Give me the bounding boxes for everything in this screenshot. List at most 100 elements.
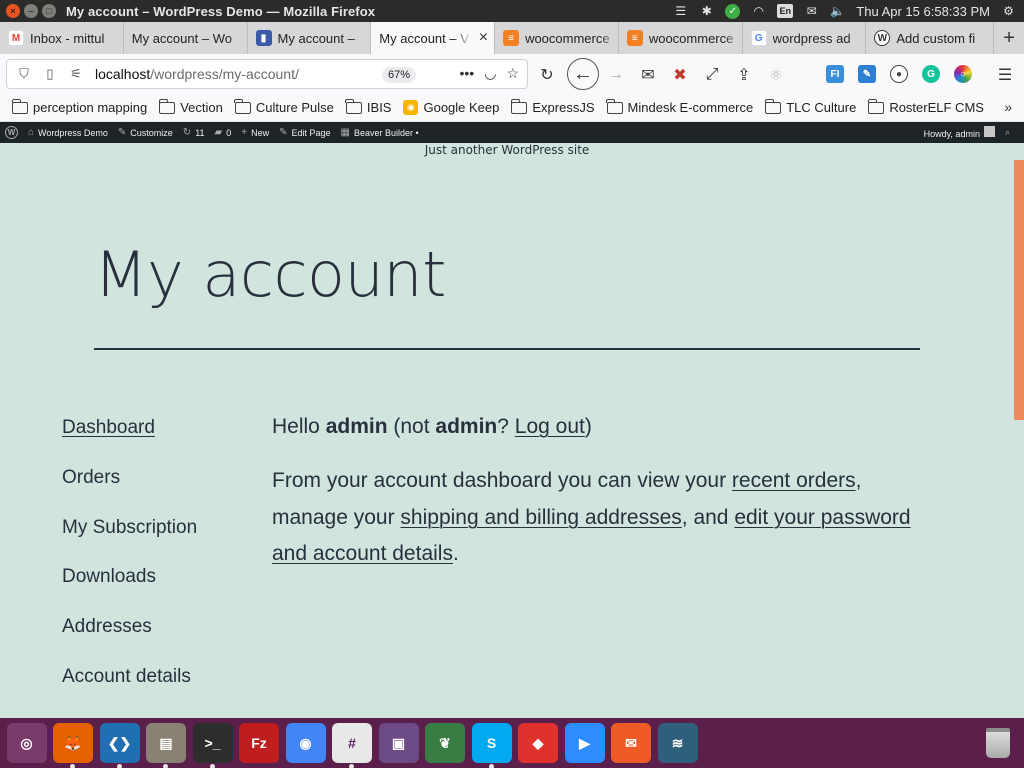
close-window-icon[interactable]: × (6, 4, 20, 18)
bookmark-expressjs[interactable]: ExpressJS (510, 98, 595, 115)
avatar (983, 126, 995, 137)
postman-icon[interactable]: ✉ (611, 723, 651, 763)
account-icon[interactable]: ● (890, 65, 908, 83)
zoom-level-badge[interactable]: 67% (382, 67, 417, 83)
chart-icon: ▮ (255, 30, 272, 46)
bookmark-google-keep[interactable]: ◉ Google Keep (403, 100, 499, 115)
admin-bar-site[interactable]: ⌂ Wordpress Demo (28, 127, 108, 138)
nav-account-details[interactable]: Account details (62, 664, 242, 714)
slack-icon[interactable]: # (332, 723, 372, 768)
ubuntu-icon[interactable]: ◎ (6, 723, 47, 763)
upload-icon[interactable]: ⇪ (733, 64, 755, 86)
vscode-icon[interactable]: ❮❯ (99, 723, 140, 768)
video-icon[interactable]: ▣ (378, 723, 419, 763)
tab-add-custom[interactable]: W Add custom fi (866, 22, 995, 54)
bookmark-star-icon[interactable]: ☆ (506, 65, 519, 82)
tab-inbox[interactable]: M Inbox - mittul (0, 22, 124, 54)
terminal-icon[interactable]: >_ (192, 723, 233, 768)
skype-icon[interactable]: S (471, 723, 512, 768)
tab-my-account-2[interactable]: ▮ My account – (248, 22, 372, 54)
anydesk-icon[interactable]: ◆ (518, 723, 558, 763)
folder-icon (606, 98, 623, 114)
keyboard-layout-indicator[interactable]: En (777, 4, 794, 18)
tab-wordpress-search[interactable]: G wordpress ad (743, 22, 867, 54)
fireshot-extension-icon[interactable]: FI (826, 65, 844, 83)
grammarly-icon[interactable]: G (922, 65, 940, 83)
menu-icon[interactable]: ☰ (994, 64, 1016, 86)
nav-dashboard[interactable]: Dashboard (62, 415, 242, 465)
zoom-icon[interactable]: ▶ (564, 723, 605, 763)
pocket-icon[interactable]: ◡ (484, 65, 496, 82)
bookmark-tlc-culture[interactable]: TLC Culture (764, 98, 856, 115)
admin-bar-edit-page[interactable]: ✎ Edit Page (279, 127, 330, 138)
page-actions-icon[interactable]: ••• (460, 65, 475, 82)
bookmark-ibis[interactable]: IBIS (345, 98, 391, 115)
files-icon[interactable]: ▤ (146, 723, 186, 768)
greeting: Hello admin (not admin? Log out) (272, 415, 592, 438)
url-bar[interactable]: ⛉ ▯ ⚟ localhost/wordpress/my-account/ 67… (6, 59, 528, 89)
slack-tray-icon[interactable]: ✱ (699, 4, 714, 19)
account-navigation: Dashboard Orders My Subscription Downloa… (62, 415, 242, 714)
bookmark-vection[interactable]: Vection (158, 98, 223, 115)
search-icon[interactable]: ⌕ (1005, 127, 1010, 138)
settings-gear-icon[interactable]: ⚙ (1001, 4, 1016, 19)
cross-extension-icon[interactable]: ✖ (669, 64, 691, 86)
admin-bar-updates[interactable]: ↻ 11 (183, 127, 205, 138)
clock[interactable]: Thu Apr 15 6:58:33 PM (856, 4, 990, 19)
nav-addresses[interactable]: Addresses (62, 614, 242, 664)
filezilla-icon[interactable]: Fz (239, 723, 279, 763)
firefox-icon[interactable]: 🦊 (53, 723, 93, 768)
forward-icon[interactable]: → (605, 64, 627, 86)
mail-icon[interactable]: ✉ (637, 64, 659, 86)
plus-icon: + (241, 127, 248, 138)
tab-my-account-active[interactable]: My account – V × (371, 22, 496, 54)
nav-downloads[interactable]: Downloads (62, 564, 242, 614)
google-keep-icon: ◉ (403, 100, 419, 115)
scrollbar-thumb[interactable] (1014, 160, 1024, 420)
addresses-link[interactable]: shipping and billing addresses (400, 506, 681, 529)
nav-orders[interactable]: Orders (62, 465, 242, 515)
folder-icon (764, 98, 782, 114)
admin-bar-beaver-builder[interactable]: ▦ Beaver Builder • (341, 127, 419, 138)
bookmark-mindesk[interactable]: Mindesk E-commerce (606, 98, 753, 115)
volume-icon[interactable]: 🔈 (830, 4, 845, 19)
pen-extension-icon[interactable]: ✎ (858, 65, 876, 83)
list-tray-icon[interactable]: ☰ (673, 4, 688, 19)
close-tab-icon[interactable]: × (479, 29, 488, 47)
tab-woocommerce-2[interactable]: ≡ woocommerce (619, 22, 743, 54)
chrome-icon[interactable]: ◉ (285, 723, 326, 763)
page-info-icon[interactable]: ▯ (41, 66, 59, 82)
wordpress-logo-icon[interactable]: W (5, 126, 18, 139)
admin-bar-customize[interactable]: ✎ Customize (118, 127, 173, 138)
folder-icon (234, 98, 251, 114)
color-picker-icon[interactable]: ○ (954, 65, 972, 83)
back-icon[interactable]: ← (567, 58, 599, 90)
permissions-icon[interactable]: ⚟ (67, 66, 85, 82)
expand-icon[interactable]: ⤢ (701, 64, 723, 86)
wifi-icon[interactable]: ◠ (751, 4, 766, 19)
bookmark-culture-pulse[interactable]: Culture Pulse (234, 98, 334, 115)
minimize-window-icon[interactable]: – (24, 4, 38, 18)
nav-my-subscription[interactable]: My Subscription (62, 515, 242, 565)
logout-link[interactable]: Log out (515, 415, 585, 438)
more-bookmarks-icon[interactable]: » (1004, 99, 1012, 115)
mail-tray-icon[interactable]: ✉ (804, 4, 819, 19)
recent-orders-link[interactable]: recent orders (732, 469, 856, 492)
tab-woocommerce-1[interactable]: ≡ woocommerce (495, 22, 619, 54)
admin-bar-new[interactable]: + New (241, 127, 269, 138)
check-tray-icon[interactable]: ✓ (725, 3, 741, 19)
admin-bar-comments[interactable]: ▰ 0 (215, 127, 232, 138)
workbench-icon[interactable]: ≋ (657, 723, 698, 763)
bookmark-perception-mapping[interactable]: perception mapping (11, 98, 147, 115)
react-devtools-icon[interactable]: ⚛ (765, 64, 787, 86)
running-indicator (116, 764, 122, 768)
shield-icon[interactable]: ⛉ (15, 66, 33, 82)
trash-icon[interactable] (978, 723, 1018, 763)
maximize-window-icon[interactable]: □ (42, 4, 56, 18)
tab-my-account-1[interactable]: My account – Wo (124, 22, 248, 54)
mongodb-icon[interactable]: ❦ (425, 723, 465, 763)
reload-icon[interactable]: ↻ (536, 64, 558, 86)
admin-bar-howdy[interactable]: Howdy, admin (924, 126, 995, 139)
new-tab-button[interactable]: + (994, 22, 1024, 54)
bookmark-rosterelf[interactable]: RosterELF CMS (867, 98, 984, 115)
